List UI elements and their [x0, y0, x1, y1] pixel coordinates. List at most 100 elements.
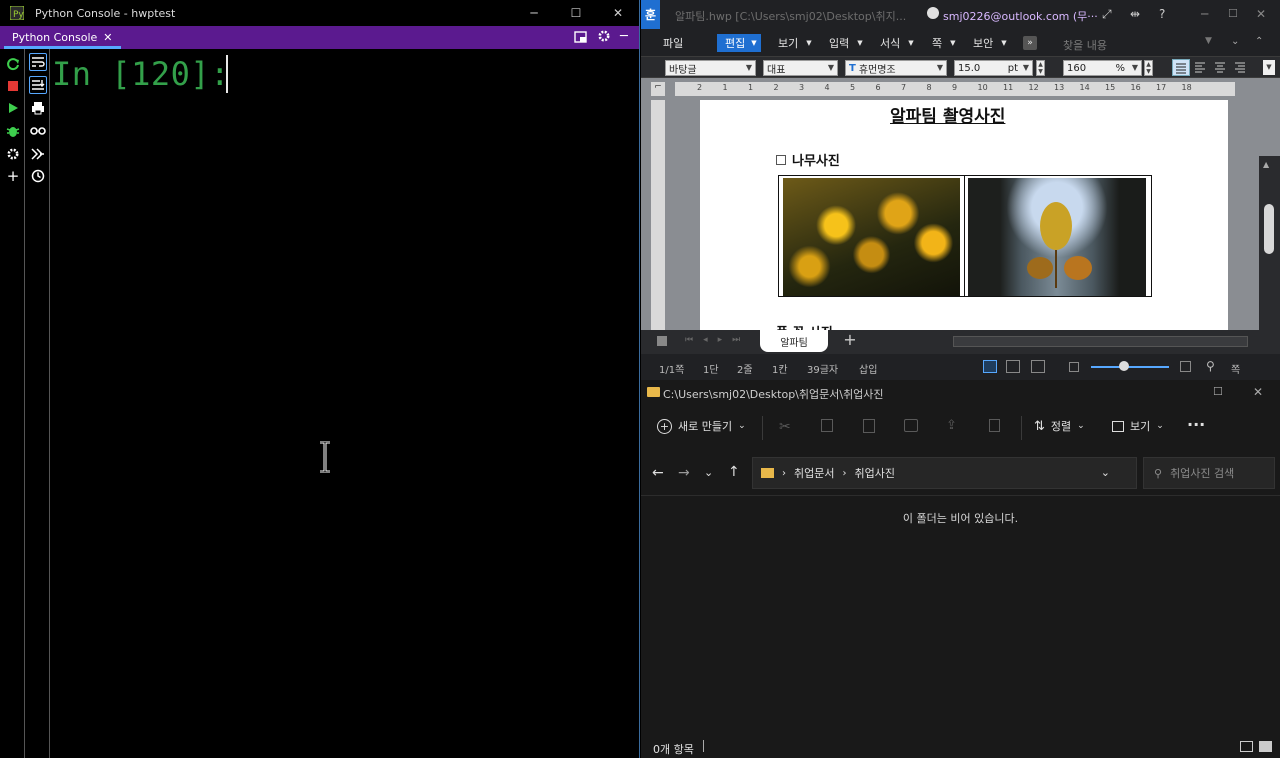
cut-icon[interactable]: ✂ [779, 419, 791, 435]
font-size-stepper[interactable]: ▲ ▼ [1036, 60, 1045, 76]
sort-button[interactable]: ⇅ 정렬 ⌄ [1034, 418, 1085, 434]
scroll-end-icon[interactable] [29, 76, 47, 94]
explorer-maximize-button[interactable]: ☐ [1213, 385, 1223, 398]
chevron-down-icon[interactable]: ⌄ [1101, 466, 1110, 479]
page-layout-icon[interactable] [983, 360, 997, 373]
align-right-button[interactable] [1232, 60, 1248, 75]
more-options-icon[interactable]: ··· [1187, 415, 1205, 434]
svg-text:Py: Py [13, 10, 24, 20]
tab-close-icon[interactable]: ✕ [103, 31, 112, 44]
layout-icon[interactable] [574, 30, 588, 44]
toolbar-expand-icon[interactable]: ▼ [1263, 60, 1275, 75]
document-page[interactable]: 알파팀 촬영사진 나무사진 풀 꽃 사진 [700, 100, 1228, 330]
add-tab-icon[interactable]: + [838, 330, 862, 352]
rerun-icon[interactable] [4, 55, 22, 73]
table-divider [964, 175, 965, 297]
find-dropdown-icon[interactable]: ▼ [1205, 36, 1212, 46]
search-input[interactable]: ⚲ 취업사진 검색 [1143, 457, 1275, 489]
history-icon[interactable] [29, 167, 47, 185]
menu-security[interactable]: 보안 ▼ [973, 34, 1007, 52]
font-size-input[interactable]: 15.0 pt ▼ [954, 60, 1033, 76]
stop-icon[interactable] [4, 77, 22, 95]
line-spacing-stepper[interactable]: ▲ ▼ [1144, 60, 1153, 76]
hwp-horizontal-scrollbar[interactable] [953, 336, 1248, 347]
font-select[interactable]: T 휴먼명조 ▼ [845, 60, 947, 76]
style-select[interactable]: 바탕글 ▼ [665, 60, 756, 76]
menu-file[interactable]: 파일 [663, 34, 683, 52]
close-button[interactable]: ✕ [597, 0, 639, 26]
ruler-corner-icon[interactable]: ⌐ [651, 82, 665, 96]
tiles-view-icon[interactable] [1259, 741, 1272, 752]
minimize-button[interactable]: ─ [513, 0, 555, 26]
chevron-down-icon[interactable]: ⌄ [1231, 36, 1239, 47]
console-input-area[interactable] [50, 93, 639, 758]
tab-nav-icons[interactable]: ⏮◂▸⏭ [685, 335, 750, 345]
menu-insert[interactable]: 입력 ▼ [829, 34, 863, 52]
debug-icon[interactable] [4, 122, 22, 140]
align-left-button[interactable] [1192, 60, 1208, 75]
menu-view[interactable]: 보기 ▼ [778, 34, 812, 52]
scroll-thumb[interactable] [1264, 204, 1274, 254]
hwp-minimize-button[interactable]: ─ [1201, 7, 1208, 21]
vertical-ruler [651, 100, 665, 330]
language-select[interactable]: 대표 ▼ [763, 60, 838, 76]
paste-icon[interactable] [863, 419, 875, 433]
zoom-slider-thumb[interactable] [1119, 361, 1129, 371]
scroll-up-icon[interactable]: ▲ [1263, 160, 1269, 169]
find-input[interactable]: 찾을 내용 [1063, 37, 1107, 53]
menu-edit[interactable]: 편집 ▼ [717, 34, 761, 52]
maximize-button[interactable]: ☐ [555, 0, 597, 26]
explorer-close-button[interactable]: ✕ [1253, 385, 1263, 399]
print-icon[interactable] [29, 99, 47, 117]
breadcrumb-documents[interactable]: 취업문서 [794, 465, 834, 481]
zoom-slider[interactable] [1091, 366, 1169, 368]
details-view-icon[interactable] [1240, 741, 1253, 752]
back-icon[interactable]: ← [652, 465, 664, 481]
address-bar[interactable]: › 취업문서 › 취업사진 ⌄ ↻ [752, 457, 1158, 489]
new-button[interactable]: + 새로 만들기 ⌄ [657, 418, 746, 434]
settings-icon[interactable] [4, 145, 22, 163]
run-icon[interactable] [4, 99, 22, 117]
align-center-button[interactable] [1212, 60, 1228, 75]
menu-format[interactable]: 서식 ▼ [880, 34, 914, 52]
status-mode[interactable]: 삽입 [859, 361, 877, 376]
view-button[interactable]: 보기 ⌄ [1112, 418, 1164, 434]
breadcrumb-photos[interactable]: 취업사진 [854, 465, 894, 481]
add-icon[interactable]: + [4, 167, 22, 185]
share-icon[interactable]: ⇪ [946, 418, 957, 433]
help-icon[interactable]: ? [1159, 7, 1165, 21]
tab-python-console[interactable]: Python Console ✕ [4, 28, 121, 49]
zoom-fit-label[interactable]: 쪽 [1231, 361, 1240, 376]
execute-icon[interactable] [29, 145, 47, 163]
rename-icon[interactable] [904, 419, 918, 432]
zoom-out-icon[interactable] [1069, 362, 1079, 372]
memo-icon[interactable] [657, 336, 667, 346]
copy-icon[interactable] [821, 419, 833, 432]
status-chars: 39글자 [807, 365, 839, 376]
tab-sheet[interactable]: 알파팀 [760, 330, 828, 352]
forward-icon[interactable]: → [678, 465, 690, 481]
photo-table[interactable] [778, 175, 1152, 297]
hide-panel-icon[interactable]: ─ [620, 29, 628, 44]
more-menu-icon[interactable]: » [1023, 36, 1037, 50]
chevron-up-icon[interactable]: ⌃ [1255, 36, 1263, 47]
soft-wrap-icon[interactable] [29, 53, 47, 71]
ruler-tick-label: 16 [1130, 83, 1141, 92]
line-spacing-input[interactable]: 160% ▼ [1063, 60, 1142, 76]
hwp-close-button[interactable]: ✕ [1256, 7, 1266, 21]
align-justify-button[interactable] [1172, 59, 1190, 76]
fullscreen-icon[interactable]: ⤢ [1102, 7, 1112, 22]
zoom-in-icon[interactable] [1180, 361, 1191, 372]
account-email[interactable]: smj0226@outlook.com (무··· [943, 8, 1098, 24]
fit-width-icon[interactable] [1006, 360, 1020, 373]
delete-icon[interactable] [989, 419, 1000, 432]
hwp-maximize-button[interactable]: ☐ [1228, 7, 1238, 20]
split-icon[interactable]: ⇹ [1130, 7, 1140, 21]
magnifier-icon[interactable]: ⚲ [1206, 359, 1215, 373]
multi-page-icon[interactable] [1031, 360, 1045, 373]
recent-locations-icon[interactable]: ⌄ [704, 466, 713, 479]
menu-page[interactable]: 쪽 ▼ [932, 34, 956, 52]
glasses-icon[interactable] [29, 122, 47, 140]
up-icon[interactable]: ↑ [728, 464, 740, 480]
gear-icon[interactable] [597, 29, 611, 43]
